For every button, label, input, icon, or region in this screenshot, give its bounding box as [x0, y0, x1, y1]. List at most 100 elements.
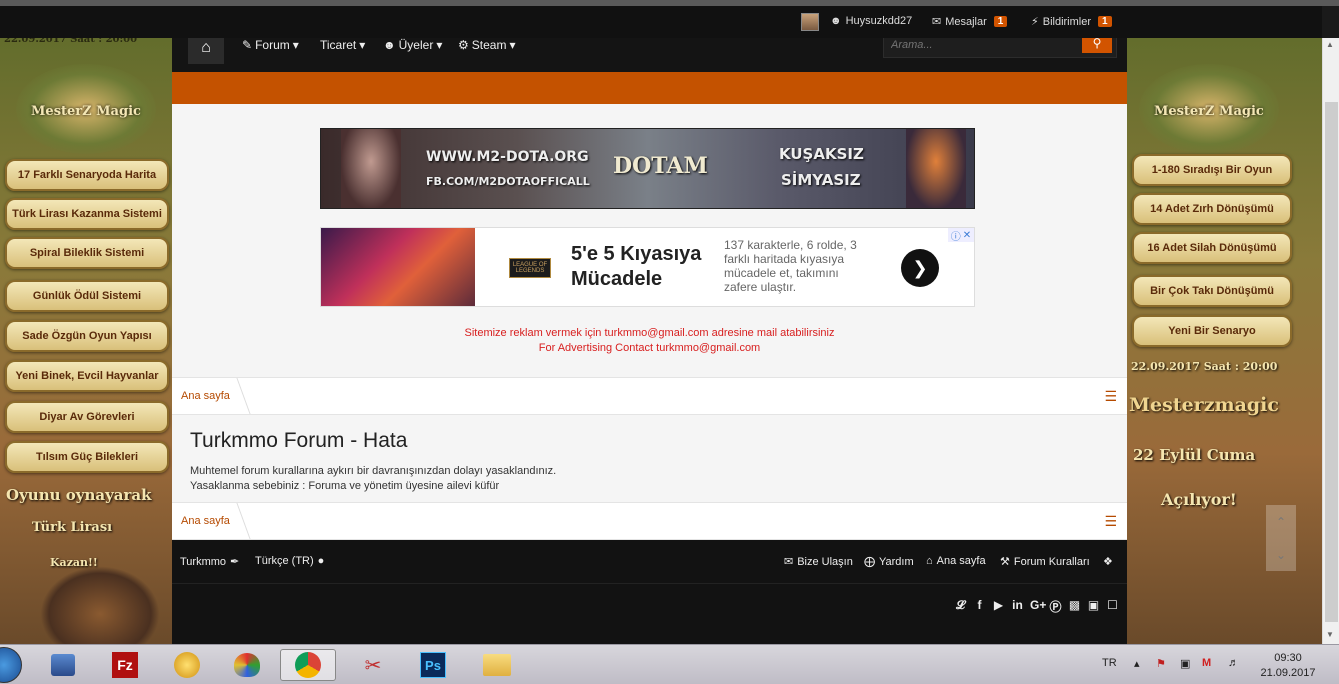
footer-rules-label: Forum Kuralları — [1013, 555, 1090, 568]
caret-down-icon: ▾ — [359, 38, 366, 52]
lol-logo: LEAGUE OF LEGENDS — [509, 258, 551, 278]
breadcrumb-home[interactable]: Ana sayfa — [181, 390, 230, 402]
left-ad-button[interactable]: Spiral Bileklik Sistemi — [5, 237, 169, 269]
volume-icon[interactable]: ♬ — [1228, 657, 1239, 669]
envelope-icon: ✉ — [784, 556, 794, 568]
footer-rules-link[interactable]: ⚒ Forum Kuralları — [1000, 555, 1090, 569]
ad-info-icon[interactable]: ⓘ ✕ — [948, 228, 974, 243]
antivirus-icon[interactable]: M — [1202, 657, 1211, 669]
banner1-slogan-2: SİMYASIZ — [781, 171, 861, 189]
banner1-logo: DOTAM — [613, 153, 708, 179]
caret-down-icon: ▾ — [292, 38, 299, 52]
twitch-icon[interactable]: ▣ — [1087, 598, 1100, 615]
messages-link[interactable]: ✉ Mesajlar 1 — [932, 15, 1008, 28]
account-link[interactable]: ☻ Huysuzkdd27 — [830, 15, 912, 27]
ad-contact-line-1: Sitemize reklam vermek için turkmmo@gmai… — [464, 327, 835, 339]
left-ad-button[interactable]: Türk Lirası Kazanma Sistemi — [5, 198, 169, 230]
scroll-up-icon[interactable]: ▲ — [1326, 40, 1334, 49]
linkedin-icon[interactable]: in — [1011, 598, 1024, 615]
dota-banner-ad[interactable]: WWW.M2-DOTA.ORG FB.COM/M2DOTAOFFICALL DO… — [320, 128, 975, 209]
language-indicator[interactable]: TR — [1102, 657, 1117, 669]
right-ad-date: 22.09.2017 Saat : 20:00 — [1131, 360, 1278, 373]
tray-expand-icon[interactable]: ▴ — [1134, 657, 1140, 670]
left-ad-button[interactable]: 17 Farklı Senaryoda Harita — [5, 159, 169, 191]
left-ad-button[interactable]: Diyar Av Görevleri — [5, 401, 169, 433]
menu-icon[interactable]: ☰ — [1104, 513, 1117, 530]
scroll-down-icon[interactable]: ▼ — [1326, 630, 1334, 639]
scrollbar-thumb[interactable] — [1325, 102, 1338, 622]
twitter-icon[interactable]: 𝓛 — [954, 598, 967, 615]
messages-label: Mesajlar — [945, 15, 987, 28]
right-ad-button[interactable]: 16 Adet Silah Dönüşümü — [1132, 232, 1292, 264]
footer-home-label: Ana sayfa — [936, 555, 986, 567]
left-ad-button[interactable]: Yeni Binek, Evcil Hayvanlar — [5, 360, 169, 392]
breadcrumb-home[interactable]: Ana sayfa — [181, 515, 230, 527]
youtube-icon[interactable]: ▶ — [992, 598, 1005, 615]
network-app-icon[interactable] — [44, 649, 82, 681]
nav-steam[interactable]: ⚙ Steam ▾ — [458, 38, 515, 52]
lol-headline: 5'e 5 Kıyasıya Mücadele — [571, 243, 702, 290]
footer-contact-label: Bize Ulaşın — [797, 555, 853, 568]
clock-date: 21.09.2017 — [1260, 667, 1316, 679]
alerts-link[interactable]: ⚡ Bildirimler 1 — [1031, 15, 1112, 28]
chevron-right-icon[interactable]: ❯ — [901, 249, 939, 287]
banner1-slogan-1: KUŞAKSIZ — [779, 145, 864, 163]
left-ad-button[interactable]: Günlük Ödül Sistemi — [5, 280, 169, 312]
steam-icon: ⚙ — [458, 38, 469, 52]
google-plus-icon[interactable]: G+ — [1030, 598, 1046, 615]
left-ad-button[interactable]: Sade Özgün Oyun Yapısı — [5, 320, 169, 352]
pinterest-icon[interactable]: Ⓟ — [1049, 598, 1062, 615]
avatar[interactable] — [801, 13, 819, 31]
filezilla-icon[interactable]: Fz — [106, 649, 144, 681]
footer-language-label: Türkçe (TR) — [255, 555, 314, 567]
left-ad-logo-text: MesterZ Magic — [31, 104, 141, 119]
brush-icon: ✒ — [230, 556, 240, 568]
folder-icon[interactable] — [478, 649, 516, 681]
error-message-2: Yasaklanma sebebiniz : Foruma ve yönetim… — [190, 480, 500, 492]
paint-icon[interactable] — [228, 649, 266, 681]
footer-language-chooser[interactable]: Türkçe (TR) ● — [255, 555, 324, 567]
nav-uyeler[interactable]: ☻ Üyeler ▾ — [383, 38, 442, 52]
nav-ticaret-label: Ticaret — [320, 38, 357, 52]
footer-home-link[interactable]: ⌂ Ana sayfa — [926, 555, 986, 567]
right-ad-button[interactable]: 14 Adet Zırh Dönüşümü — [1132, 193, 1292, 225]
left-side-ad[interactable]: 22.09.2017 Saat : 20:00 MesterZ Magic 17… — [0, 6, 172, 644]
action-center-icon[interactable]: ⚑ — [1156, 657, 1166, 670]
ad-contact-line-2: For Advertising Contact turkmmo@gmail.co… — [538, 342, 761, 354]
nav-ticaret[interactable]: Ticaret ▾ — [320, 38, 365, 52]
nav-forum[interactable]: ✎ Forum ▾ — [242, 38, 299, 52]
clock-time: 09:30 — [1274, 652, 1302, 664]
menu-icon[interactable]: ☰ — [1104, 388, 1117, 405]
close-icon: ✕ — [962, 229, 972, 241]
instagram-icon[interactable]: ☐ — [1106, 598, 1119, 615]
start-button-icon[interactable] — [0, 647, 22, 683]
footer-style-chooser[interactable]: Turkmmo ✒ — [180, 555, 240, 569]
footer-contact-link[interactable]: ✉ Bize Ulaşın — [784, 555, 853, 569]
right-ad-button[interactable]: 1-180 Sıradışı Bir Oyun — [1132, 154, 1292, 186]
display-icon[interactable]: ▣ — [1180, 657, 1190, 670]
media-app-icon[interactable] — [168, 649, 206, 681]
chrome-icon[interactable] — [280, 649, 336, 681]
taskbar-clock[interactable]: 09:30 21.09.2017 — [1258, 651, 1318, 681]
steam-icon[interactable]: ▩ — [1068, 598, 1081, 615]
rss-icon[interactable]: ❖ — [1103, 555, 1113, 568]
alerts-badge: 1 — [1098, 16, 1112, 27]
photoshop-icon[interactable]: Ps — [414, 649, 452, 681]
main-content: WWW.M2-DOTA.ORG FB.COM/M2DOTAOFFICALL DO… — [172, 104, 1127, 540]
footer-help-label: Yardım — [879, 555, 914, 568]
chevron-up-icon[interactable]: ⌃ — [1276, 515, 1286, 529]
lol-banner-ad[interactable]: LEAGUE OF LEGENDS 5'e 5 Kıyasıya Mücadel… — [320, 227, 975, 307]
footer: Turkmmo ✒ Türkçe (TR) ● ✉ Bize Ulaşın ⨁ Yard… — [172, 540, 1127, 644]
chevron-down-icon[interactable]: ⌄ — [1276, 548, 1286, 562]
facebook-icon[interactable]: f — [973, 598, 986, 615]
user-bar: ☻ Huysuzkdd27 ✉ Mesajlar 1 ⚡ Bildirimler 1 — [0, 6, 1322, 38]
breadcrumb-bottom: Ana sayfa ☰ — [172, 502, 1127, 540]
snipping-tool-icon[interactable]: ✂ — [354, 649, 392, 681]
footer-help-link[interactable]: ⨁ Yardım — [864, 555, 914, 569]
left-ad-button[interactable]: Tılsım Güç Bilekleri — [5, 441, 169, 473]
right-ad-button[interactable]: Yeni Bir Senaryo — [1132, 315, 1292, 347]
page-scrollbar[interactable]: ▲ ▼ — [1322, 38, 1339, 644]
right-ad-button[interactable]: Bir Çok Takı Dönüşümü — [1132, 275, 1292, 307]
left-ad-promo-1: Oyunu oynayarak — [6, 486, 152, 504]
breadcrumb-separator — [227, 503, 251, 539]
